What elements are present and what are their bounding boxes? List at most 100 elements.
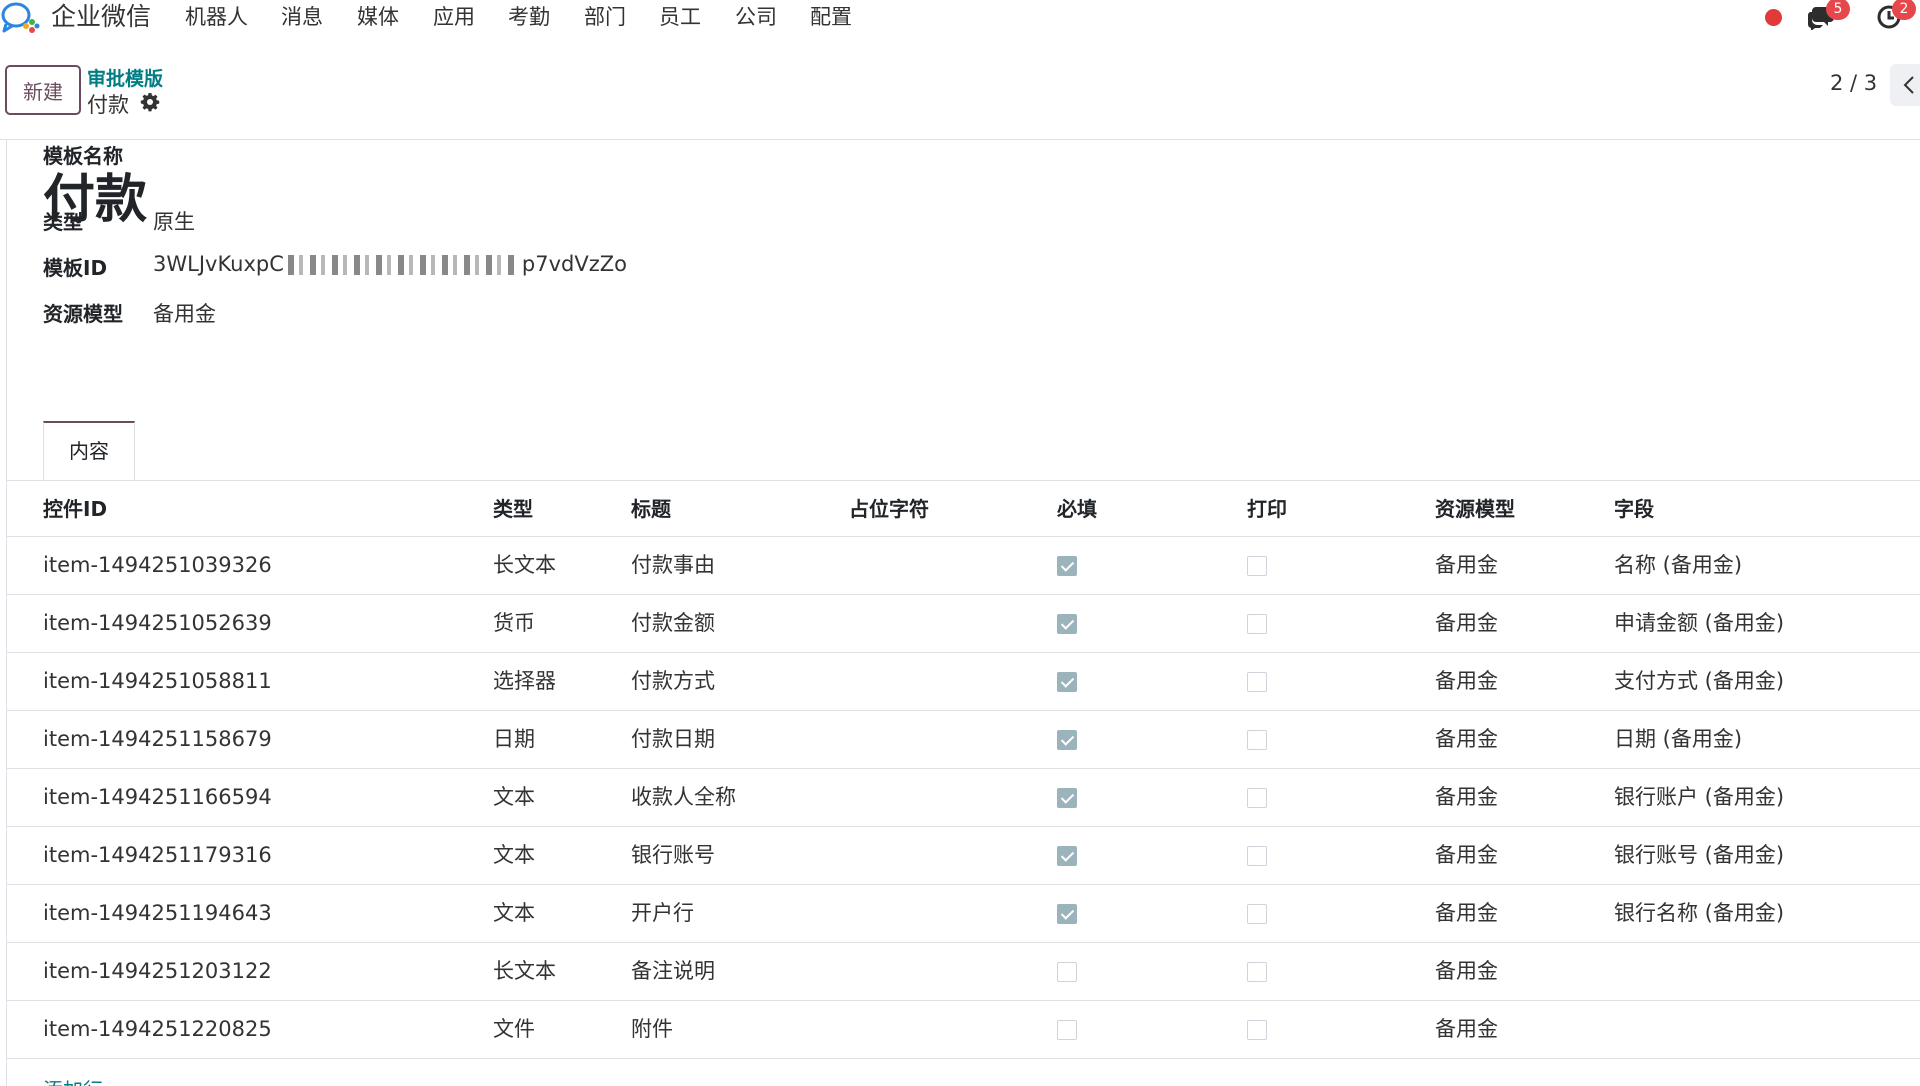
menu-item-apps[interactable]: 应用 [433,0,475,34]
cell-type: 文本 [493,901,535,925]
cell-type: 日期 [493,727,535,751]
required-checkbox[interactable] [1057,962,1077,982]
cell-field: 银行名称 (备用金) [1614,901,1785,925]
activity-count-badge: 2 [1892,0,1916,20]
required-checkbox[interactable] [1057,1020,1077,1040]
cell-type: 文本 [493,785,535,809]
cell-control-id: item-1494251039326 [43,553,272,577]
template-id-label: 模板ID [43,256,108,280]
print-checkbox[interactable] [1247,614,1267,634]
table-body: item-1494251039326 长文本 付款事由 备用金 名称 (备用金) item… [7,537,1920,1059]
cell-type: 选择器 [493,669,556,693]
print-checkbox[interactable] [1247,962,1267,982]
template-id-suffix: p7vdVzZo [521,252,627,276]
column-header-title[interactable]: 标题 [631,481,671,537]
cell-resource-model: 备用金 [1435,611,1498,635]
menu-item-config[interactable]: 配置 [810,0,852,34]
cell-title: 付款日期 [631,727,715,751]
breadcrumb-parent[interactable]: 审批模版 [87,64,163,91]
menu-item-company[interactable]: 公司 [735,0,777,34]
wecom-logo-icon[interactable] [0,0,40,34]
column-header-type[interactable]: 类型 [493,481,533,537]
redacted-mask [287,255,518,275]
cell-control-id: item-1494251220825 [43,1017,272,1041]
template-id-value[interactable]: 3WLJvKuxpC p7vdVzZo [153,252,627,276]
form-sheet: 模板名称 付款 类型 原生 模板ID 3WLJvKuxpC p7vdVzZo 资源… [6,140,1920,1086]
new-button[interactable]: 新建 [5,65,81,115]
column-header-id[interactable]: 控件ID [43,481,107,537]
table-row[interactable]: item-1494251203122 长文本 备注说明 备用金 [7,943,1920,1001]
tab-content[interactable]: 内容 [43,421,135,481]
required-checkbox[interactable] [1057,556,1077,576]
print-checkbox[interactable] [1247,730,1267,750]
top-navbar: 企业微信 机器人 消息 媒体 应用 考勤 部门 员工 公司 配置 5 2 [0,0,1920,34]
cell-field: 名称 (备用金) [1614,553,1743,577]
resource-model-value[interactable]: 备用金 [153,298,216,328]
cell-control-id: item-1494251194643 [43,901,272,925]
required-checkbox[interactable] [1057,788,1077,808]
cell-field: 申请金额 (备用金) [1614,611,1785,635]
cell-title: 备注说明 [631,959,715,983]
required-checkbox[interactable] [1057,672,1077,692]
cell-resource-model: 备用金 [1435,901,1498,925]
print-checkbox[interactable] [1247,788,1267,808]
add-line-link[interactable]: 添加行 [43,1074,103,1086]
cell-type: 文件 [493,1017,535,1041]
cell-resource-model: 备用金 [1435,669,1498,693]
cell-resource-model: 备用金 [1435,727,1498,751]
table-row[interactable]: item-1494251039326 长文本 付款事由 备用金 名称 (备用金) [7,537,1920,595]
menu-item-department[interactable]: 部门 [584,0,626,34]
menu-item-media[interactable]: 媒体 [357,0,399,34]
menu-item-employee[interactable]: 员工 [659,0,701,34]
cell-resource-model: 备用金 [1435,843,1498,867]
table-row[interactable]: item-1494251166594 文本 收款人全称 备用金 银行账户 (备用金) [7,769,1920,827]
items-table: 控件ID 类型 标题 占位字符 必填 打印 资源模型 字段 item-14942… [7,481,1920,1086]
table-row[interactable]: item-1494251179316 文本 银行账号 备用金 银行账号 (备用金) [7,827,1920,885]
column-header-resource-model[interactable]: 资源模型 [1435,481,1515,537]
table-row[interactable]: item-1494251194643 文本 开户行 备用金 银行名称 (备用金) [7,885,1920,943]
menu-item-message[interactable]: 消息 [281,0,323,34]
table-row[interactable]: item-1494251052639 货币 付款金额 备用金 申请金额 (备用金) [7,595,1920,653]
pager-previous-button[interactable] [1890,64,1920,106]
print-checkbox[interactable] [1247,672,1267,692]
cell-field: 支付方式 (备用金) [1614,669,1785,693]
cell-control-id: item-1494251203122 [43,959,272,983]
app-brand[interactable]: 企业微信 [51,0,151,34]
print-checkbox[interactable] [1247,1020,1267,1040]
cell-control-id: item-1494251179316 [43,843,272,867]
table-row[interactable]: item-1494251158679 日期 付款日期 备用金 日期 (备用金) [7,711,1920,769]
cell-field: 日期 (备用金) [1614,727,1743,751]
status-dot[interactable] [1765,9,1782,26]
pager-value[interactable]: 2 / 3 [1830,71,1877,95]
control-panel: 新建 审批模版 付款 2 / 3 [0,44,1920,140]
cell-title: 附件 [631,1017,673,1041]
cell-control-id: item-1494251058811 [43,669,272,693]
print-checkbox[interactable] [1247,904,1267,924]
required-checkbox[interactable] [1057,614,1077,634]
type-value[interactable]: 原生 [153,206,195,236]
table-header: 控件ID 类型 标题 占位字符 必填 打印 资源模型 字段 [7,481,1920,537]
cell-title: 开户行 [631,901,694,925]
column-header-field[interactable]: 字段 [1614,481,1654,537]
menu-item-attendance[interactable]: 考勤 [508,0,550,34]
cell-title: 付款事由 [631,553,715,577]
cell-control-id: item-1494251166594 [43,785,272,809]
column-header-print[interactable]: 打印 [1247,481,1287,537]
breadcrumb-current: 付款 [87,93,129,117]
required-checkbox[interactable] [1057,846,1077,866]
chevron-left-icon [1903,76,1914,94]
column-header-required[interactable]: 必填 [1057,481,1097,537]
cell-title: 付款方式 [631,669,715,693]
print-checkbox[interactable] [1247,556,1267,576]
column-header-placeholder[interactable]: 占位字符 [849,481,929,537]
print-checkbox[interactable] [1247,846,1267,866]
required-checkbox[interactable] [1057,730,1077,750]
template-name-label: 模板名称 [43,144,123,168]
gear-icon[interactable] [140,92,160,112]
table-row[interactable]: item-1494251058811 选择器 付款方式 备用金 支付方式 (备用金) [7,653,1920,711]
cell-control-id: item-1494251052639 [43,611,272,635]
menu-item-robot[interactable]: 机器人 [185,0,248,34]
required-checkbox[interactable] [1057,904,1077,924]
cell-type: 文本 [493,843,535,867]
table-row[interactable]: item-1494251220825 文件 附件 备用金 [7,1001,1920,1059]
